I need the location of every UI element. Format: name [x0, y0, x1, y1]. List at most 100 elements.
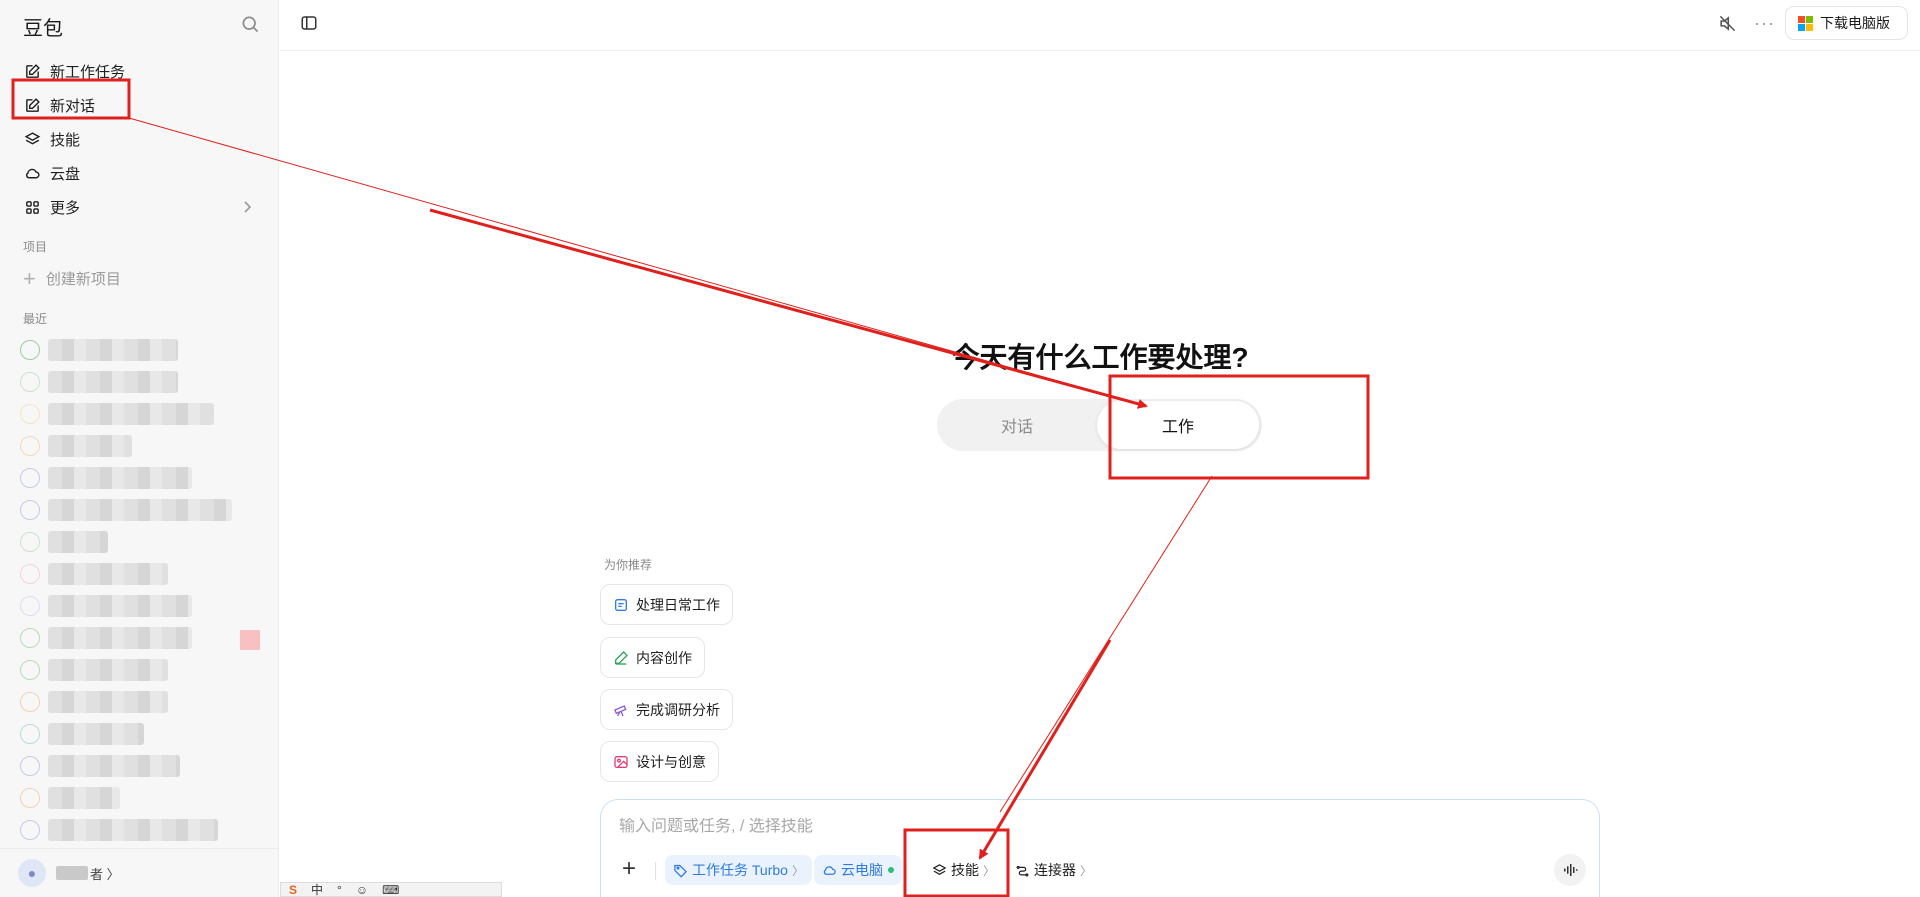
download-desktop-button[interactable]: 下载电脑版 [1785, 6, 1908, 40]
composer: + 工作任务 Turbo 〉 云电脑 技能 〉 连接器 〉 [600, 799, 1600, 897]
blurred-title [48, 467, 192, 489]
grid-icon [23, 198, 41, 216]
list-item[interactable] [20, 334, 270, 366]
cloud-icon [822, 863, 837, 878]
list-item[interactable] [20, 622, 270, 654]
voice-input-button[interactable] [1554, 854, 1586, 886]
list-item[interactable] [20, 782, 270, 814]
list-item[interactable] [20, 654, 270, 686]
projects-section-label: 项目 [23, 240, 48, 254]
chip-daily-work[interactable]: 处理日常工作 [600, 584, 733, 625]
chat-icon [20, 340, 40, 360]
list-item[interactable] [20, 814, 270, 846]
list-item[interactable] [20, 494, 270, 526]
work-task-mode-button[interactable]: 工作任务 Turbo 〉 [665, 855, 812, 885]
search-icon[interactable] [240, 14, 260, 34]
waveform-icon [1564, 864, 1578, 876]
blurred-title [48, 627, 192, 649]
chat-icon [20, 436, 40, 456]
top-bar: ··· 下载电脑版 [280, 0, 1920, 51]
chat-icon [20, 596, 40, 616]
tab-work[interactable]: 工作 [1097, 401, 1259, 449]
chat-icon [20, 404, 40, 424]
sidebar-item-cloud-drive[interactable]: 云盘 [14, 156, 264, 190]
tag-icon [673, 863, 688, 878]
windows-icon [1798, 15, 1813, 31]
recent-conversations-list [20, 334, 270, 846]
blurred-title [48, 499, 232, 521]
more-icon[interactable]: ··· [1754, 13, 1775, 34]
sidebar-toggle-icon[interactable] [300, 14, 320, 34]
download-label: 下载电脑版 [1820, 15, 1890, 31]
blurred-badge [240, 630, 260, 650]
list-item[interactable] [20, 430, 270, 462]
chip-design-creativity[interactable]: 设计与创意 [600, 741, 719, 782]
list-item[interactable] [20, 718, 270, 750]
layers-icon [23, 130, 41, 148]
chip-label: 完成调研分析 [636, 701, 720, 718]
list-item[interactable] [20, 398, 270, 430]
annotation-arrow-to-work [429, 208, 1148, 409]
pen-icon [613, 650, 629, 666]
list-item[interactable] [20, 750, 270, 782]
blurred-title [48, 723, 144, 745]
mute-icon[interactable] [1718, 14, 1738, 34]
sidebar-item-label: 新工作任务 [50, 63, 126, 81]
ime-item[interactable]: ° [337, 883, 342, 897]
sidebar-item-more[interactable]: 更多 [14, 190, 264, 224]
chip-research-analysis[interactable]: 完成调研分析 [600, 689, 733, 730]
list-item[interactable] [20, 686, 270, 718]
list-item[interactable] [20, 366, 270, 398]
document-icon [613, 597, 629, 613]
sidebar-item-label: 更多 [50, 199, 81, 217]
chat-icon [20, 788, 40, 808]
blurred-title [48, 595, 192, 617]
chat-icon [20, 820, 40, 840]
blurred-title [48, 787, 120, 809]
chevron-right-icon: 〉 [791, 863, 804, 878]
ime-item[interactable]: 中 [311, 881, 323, 897]
list-item[interactable] [20, 558, 270, 590]
image-icon [613, 754, 629, 770]
chevron-right-icon: 〉 [1080, 863, 1093, 878]
cloud-pc-button[interactable]: 云电脑 [814, 855, 902, 885]
prompt-input[interactable] [619, 818, 1519, 836]
skills-button[interactable]: 技能 〉 [924, 855, 1003, 885]
new-project-button[interactable]: + 创建新项目 [23, 267, 121, 289]
edit-icon [23, 62, 41, 80]
list-item[interactable] [20, 590, 270, 622]
blurred-title [48, 691, 168, 713]
chat-icon [20, 532, 40, 552]
blurred-title [48, 755, 180, 777]
sidebar-nav: 新工作任务 新对话 技能 云盘 更多 [14, 54, 264, 224]
blurred-title [48, 659, 168, 681]
list-item[interactable] [20, 462, 270, 494]
sidebar-item-skills[interactable]: 技能 [14, 122, 264, 156]
add-attachment-button[interactable]: + [617, 857, 641, 882]
page-title: 今天有什么工作要处理? [951, 342, 1249, 373]
ime-item[interactable]: ⌨ [382, 883, 399, 897]
sidebar-item-new-work-task[interactable]: 新工作任务 [14, 54, 264, 88]
tab-chat[interactable]: 对话 [937, 399, 1097, 451]
chat-icon [20, 564, 40, 584]
chevron-right-icon [240, 199, 254, 215]
blurred-title [48, 563, 168, 585]
chat-icon [20, 500, 40, 520]
divider [655, 862, 656, 880]
chat-icon [20, 724, 40, 744]
chip-content-creation[interactable]: 内容创作 [600, 637, 705, 678]
ime-item[interactable]: ☺ [356, 883, 368, 897]
sidebar-item-label: 新对话 [50, 97, 96, 115]
mode-switch: 对话 工作 [937, 399, 1262, 451]
user-profile[interactable]: ● 者 〉 [0, 848, 279, 897]
sidebar-item-new-chat[interactable]: 新对话 [14, 88, 264, 122]
user-name-suffix: 者 〉 [90, 866, 120, 882]
recommendations-label: 为你推荐 [604, 558, 653, 572]
list-item[interactable] [20, 526, 270, 558]
connectors-button[interactable]: 连接器 〉 [1007, 855, 1100, 885]
blurred-user-name [56, 866, 88, 880]
telescope-icon [613, 702, 629, 718]
chat-icon [20, 756, 40, 776]
blurred-title [48, 819, 218, 841]
layers-icon [932, 863, 947, 878]
